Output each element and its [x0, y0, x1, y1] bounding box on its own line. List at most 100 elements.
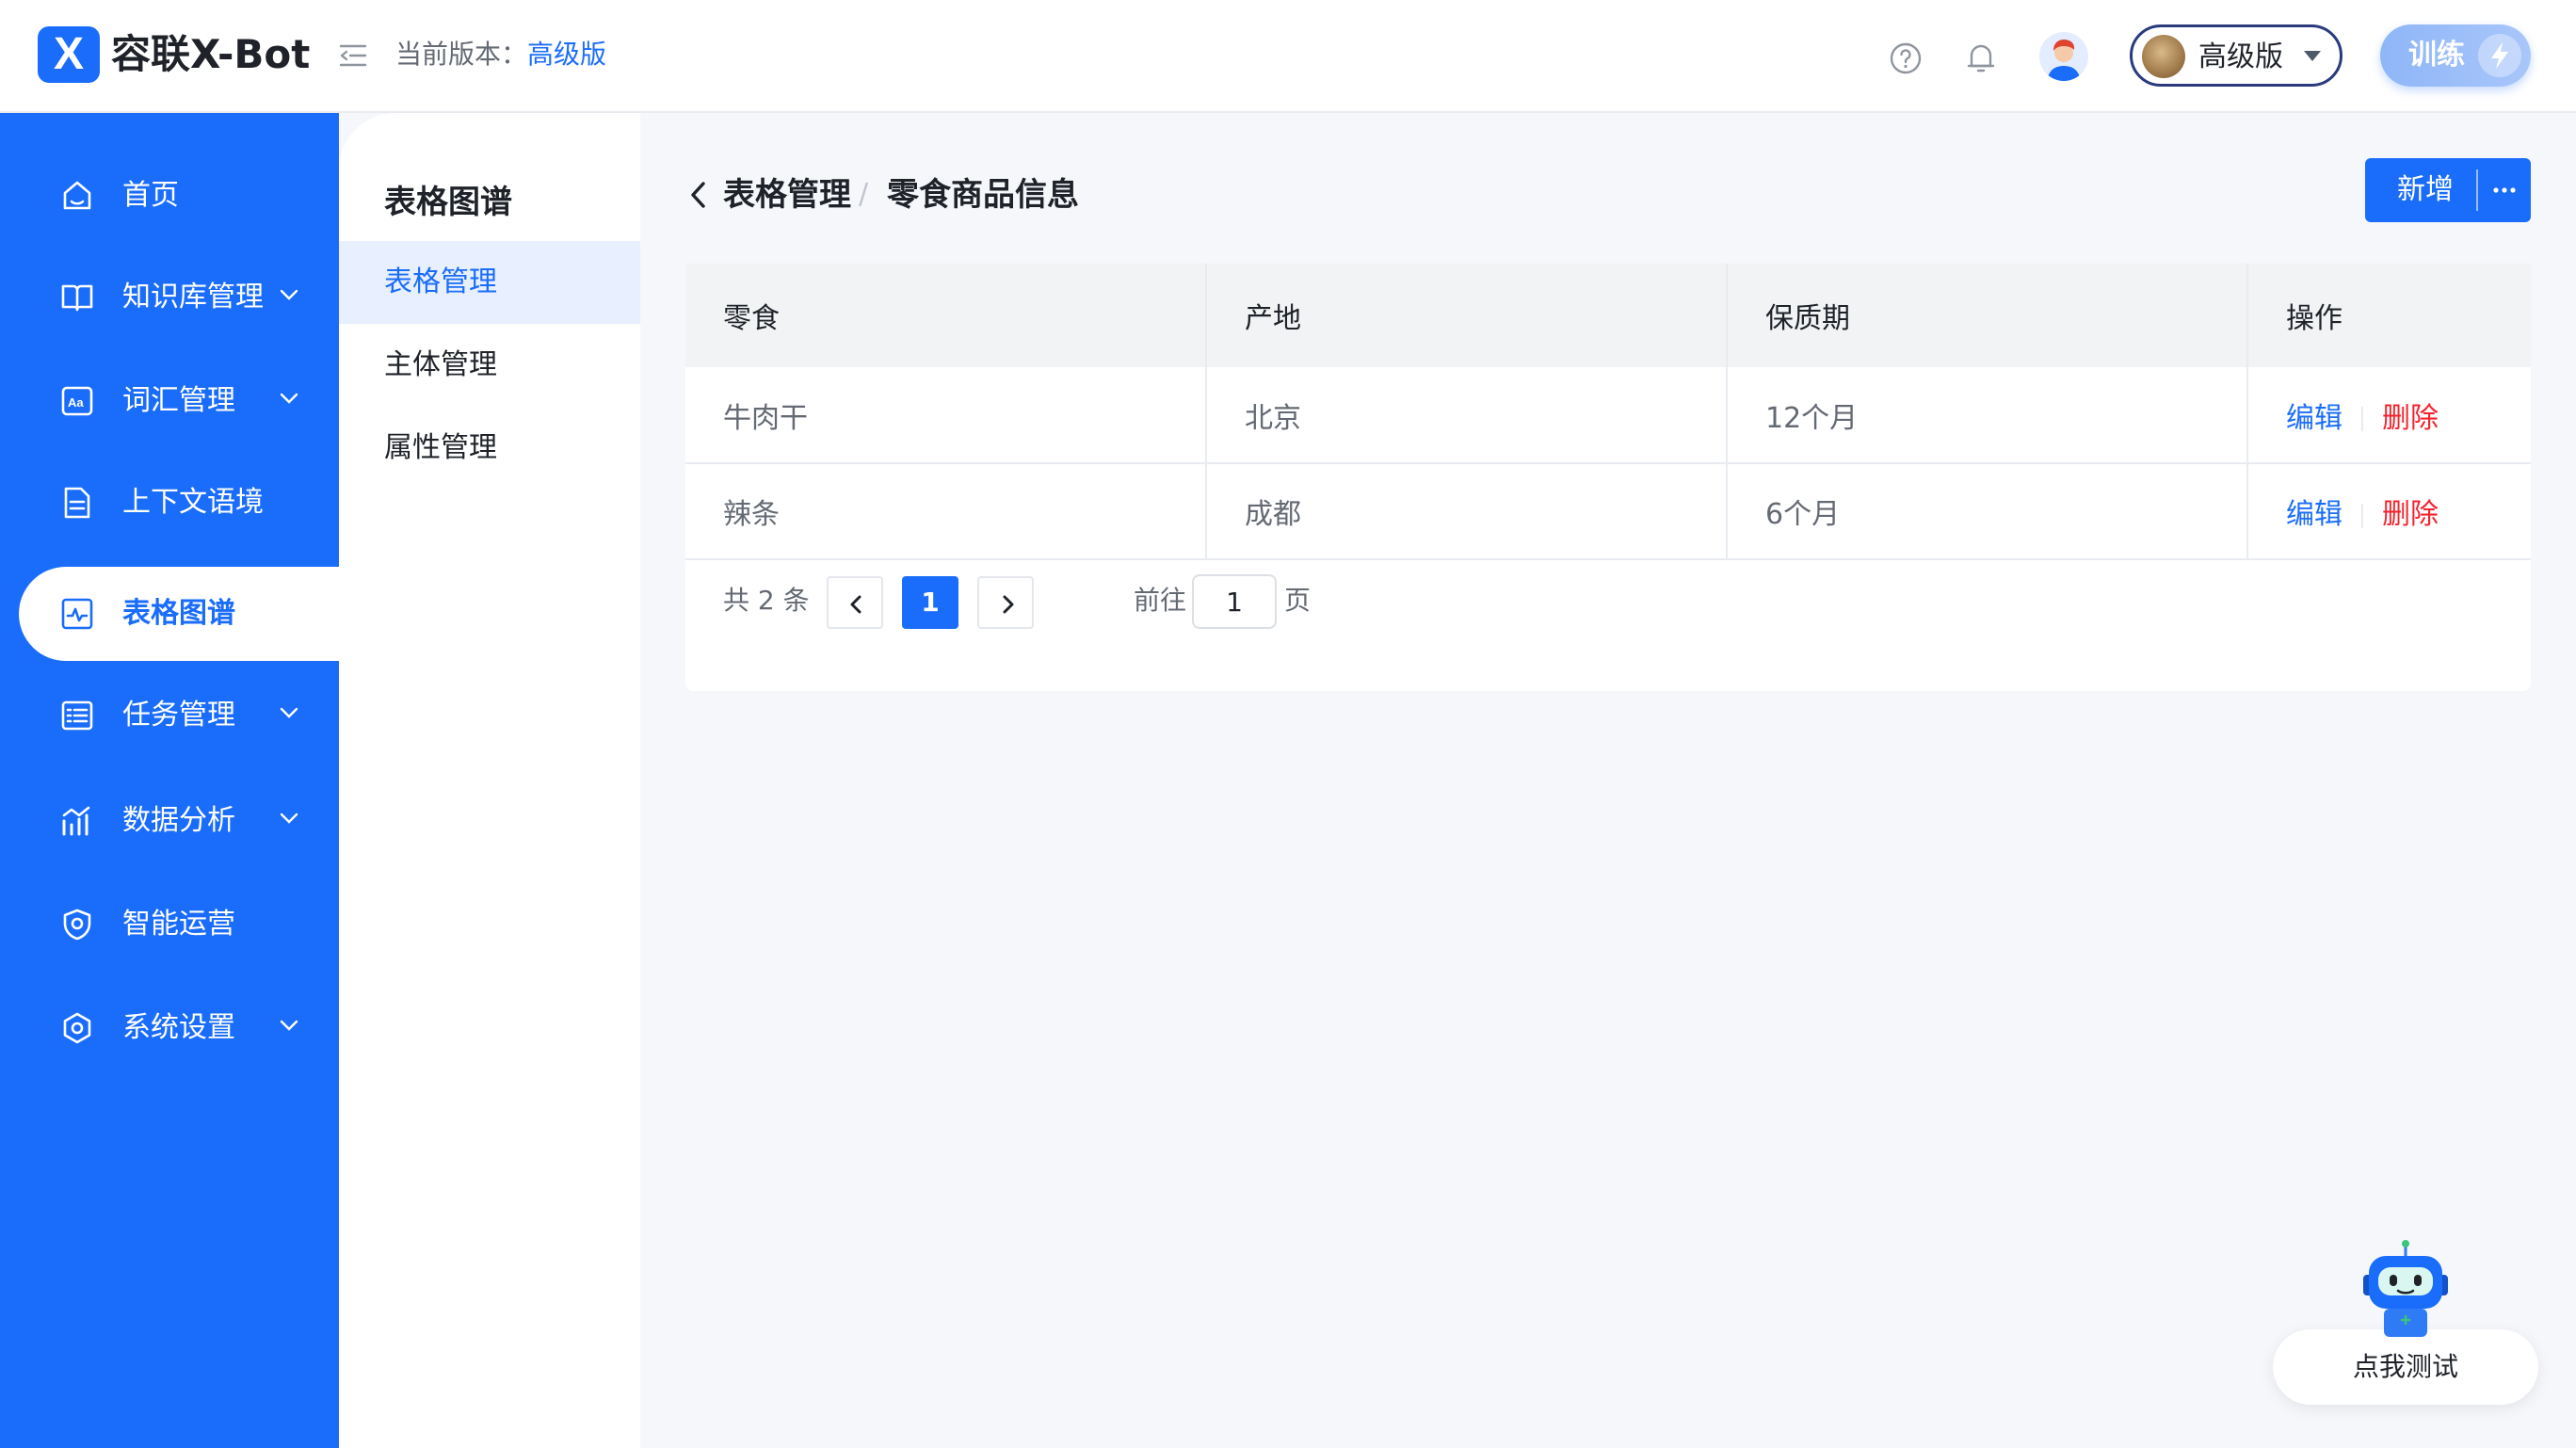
delete-link[interactable]: 删除 — [2382, 402, 2439, 435]
more-options-icon[interactable] — [2489, 185, 2520, 196]
button-divider — [2476, 169, 2478, 211]
test-bot-label: 点我测试 — [2352, 1351, 2458, 1382]
train-button[interactable]: 训练 — [2380, 24, 2531, 87]
sidebar-item-vocabulary[interactable]: Aa 词汇管理 — [0, 354, 339, 448]
sidebar-item-smart-operations[interactable]: 智能运营 — [0, 877, 339, 972]
pagination-total: 共 2 条 — [723, 585, 810, 616]
chevron-right-icon — [1003, 595, 1014, 614]
sidebar-item-label: 任务管理 — [122, 699, 235, 732]
bar-chart-icon — [62, 806, 90, 836]
cell-snack: 辣条 — [685, 463, 1207, 560]
sidebar-item-label: 智能运营 — [122, 908, 235, 941]
chevron-down-icon — [280, 707, 298, 718]
shield-icon — [63, 909, 91, 941]
data-table: 零食 产地 保质期 操作 牛肉干 北京 12个月 编辑 删除 辣条 成都 6个月… — [685, 264, 2531, 560]
version-select[interactable]: 高级版 — [2130, 24, 2343, 87]
delete-link[interactable]: 删除 — [2382, 498, 2439, 531]
chevron-down-icon — [280, 393, 298, 404]
edit-link[interactable]: 编辑 — [2286, 498, 2343, 531]
robot-icon[interactable] — [2356, 1239, 2455, 1343]
action-divider — [2361, 503, 2363, 528]
sidebar-item-label: 系统设置 — [122, 1011, 235, 1044]
sidebar: 首页 知识库管理 Aa 词汇管理 上下文语境 表格图谱 任务管理 数据分析 智能… — [0, 113, 339, 1448]
vocabulary-icon: Aa — [61, 386, 93, 416]
sidebar-item-label: 表格图谱 — [122, 597, 235, 630]
breadcrumb-separator: / — [859, 178, 869, 211]
current-version-label: 当前版本： — [395, 39, 528, 70]
submenu-item-table-management[interactable]: 表格管理 — [339, 241, 640, 324]
column-header-actions: 操作 — [2247, 264, 2531, 367]
chart-graph-icon — [61, 598, 93, 630]
current-version-value: 高级版 — [527, 39, 607, 70]
app-name: 容联X-Bot — [111, 31, 311, 77]
version-avatar — [2142, 35, 2185, 78]
edit-link[interactable]: 编辑 — [2286, 402, 2343, 435]
train-button-label: 训练 — [2408, 39, 2465, 72]
chevron-down-icon — [280, 812, 298, 824]
back-arrow-icon[interactable] — [687, 179, 710, 211]
logo-mark: X — [38, 26, 100, 83]
top-header: X 容联X-Bot 当前版本： 高级版 高级版 训练 — [0, 0, 2576, 113]
menu-collapse-icon[interactable] — [339, 41, 367, 70]
sidebar-item-data-analysis[interactable]: 数据分析 — [0, 774, 339, 868]
cell-origin: 成都 — [1206, 463, 1728, 560]
cell-shelf-life: 12个月 — [1727, 367, 2248, 464]
chevron-down-icon — [280, 1020, 298, 1031]
bell-icon[interactable] — [1964, 40, 1998, 75]
add-button-label: 新增 — [2397, 173, 2454, 206]
sidebar-item-label: 上下文语境 — [122, 486, 264, 519]
test-bot-widget[interactable]: 点我测试 — [2273, 1239, 2538, 1405]
document-icon — [64, 487, 90, 519]
column-header-snack: 零食 — [685, 264, 1207, 367]
cell-snack: 牛肉干 — [685, 367, 1207, 464]
lightning-icon — [2478, 34, 2521, 77]
action-divider — [2361, 407, 2363, 431]
submenu-item-label: 属性管理 — [384, 431, 497, 464]
submenu-panel: 表格图谱 表格管理 主体管理 属性管理 — [339, 113, 640, 1448]
version-select-value: 高级版 — [2198, 40, 2283, 73]
goto-suffix: 页 — [1284, 585, 1312, 616]
table-card: 零食 产地 保质期 操作 牛肉干 北京 12个月 编辑 删除 辣条 成都 6个月… — [685, 264, 2531, 691]
add-button[interactable]: 新增 — [2365, 158, 2531, 222]
breadcrumb-parent[interactable]: 表格管理 — [723, 171, 851, 218]
sidebar-item-label: 词汇管理 — [122, 384, 235, 417]
submenu-item-label: 表格管理 — [384, 265, 497, 298]
prev-page-button[interactable] — [827, 576, 883, 629]
sidebar-item-system-settings[interactable]: 系统设置 — [0, 981, 339, 1075]
next-page-button[interactable] — [977, 576, 1034, 629]
cell-shelf-life: 6个月 — [1727, 463, 2248, 560]
submenu-title: 表格图谱 — [384, 184, 512, 221]
cell-origin: 北京 — [1206, 367, 1728, 464]
home-icon — [63, 181, 91, 210]
page-number-current[interactable]: 1 — [902, 576, 958, 629]
submenu-item-label: 主体管理 — [384, 348, 497, 381]
caret-down-icon — [2304, 51, 2321, 61]
goto-page-input[interactable] — [1192, 574, 1277, 629]
settings-icon — [63, 1012, 91, 1044]
sidebar-item-label: 知识库管理 — [122, 281, 264, 314]
submenu-item-entity-management[interactable]: 主体管理 — [339, 324, 640, 407]
sidebar-item-context[interactable]: 上下文语境 — [0, 456, 339, 550]
submenu-item-attribute-management[interactable]: 属性管理 — [339, 407, 640, 490]
sidebar-item-label: 首页 — [122, 179, 179, 212]
column-header-origin: 产地 — [1206, 264, 1728, 367]
help-icon[interactable] — [1889, 41, 1923, 75]
chevron-down-icon — [280, 289, 298, 300]
sidebar-item-knowledge-base[interactable]: 知识库管理 — [0, 250, 339, 345]
sidebar-item-table-graph[interactable]: 表格图谱 — [19, 567, 339, 661]
table-row: 牛肉干 北京 12个月 编辑 删除 — [685, 367, 2531, 464]
user-avatar[interactable] — [2039, 32, 2088, 81]
breadcrumb-current: 零食商品信息 — [887, 176, 1079, 214]
task-list-icon — [61, 700, 93, 731]
cell-actions: 编辑 删除 — [2247, 367, 2531, 464]
sidebar-item-task-management[interactable]: 任务管理 — [0, 668, 339, 763]
sidebar-item-home[interactable]: 首页 — [0, 149, 339, 243]
chevron-left-icon — [850, 595, 861, 614]
column-header-shelf-life: 保质期 — [1727, 264, 2248, 367]
goto-label: 前往 — [1134, 585, 1187, 616]
sidebar-item-label: 数据分析 — [122, 804, 235, 837]
svg-text:Aa: Aa — [68, 395, 84, 410]
table-row: 辣条 成都 6个月 编辑 删除 — [685, 463, 2531, 560]
book-icon — [61, 284, 93, 312]
pagination: 共 2 条 1 前往 页 — [685, 563, 2531, 638]
